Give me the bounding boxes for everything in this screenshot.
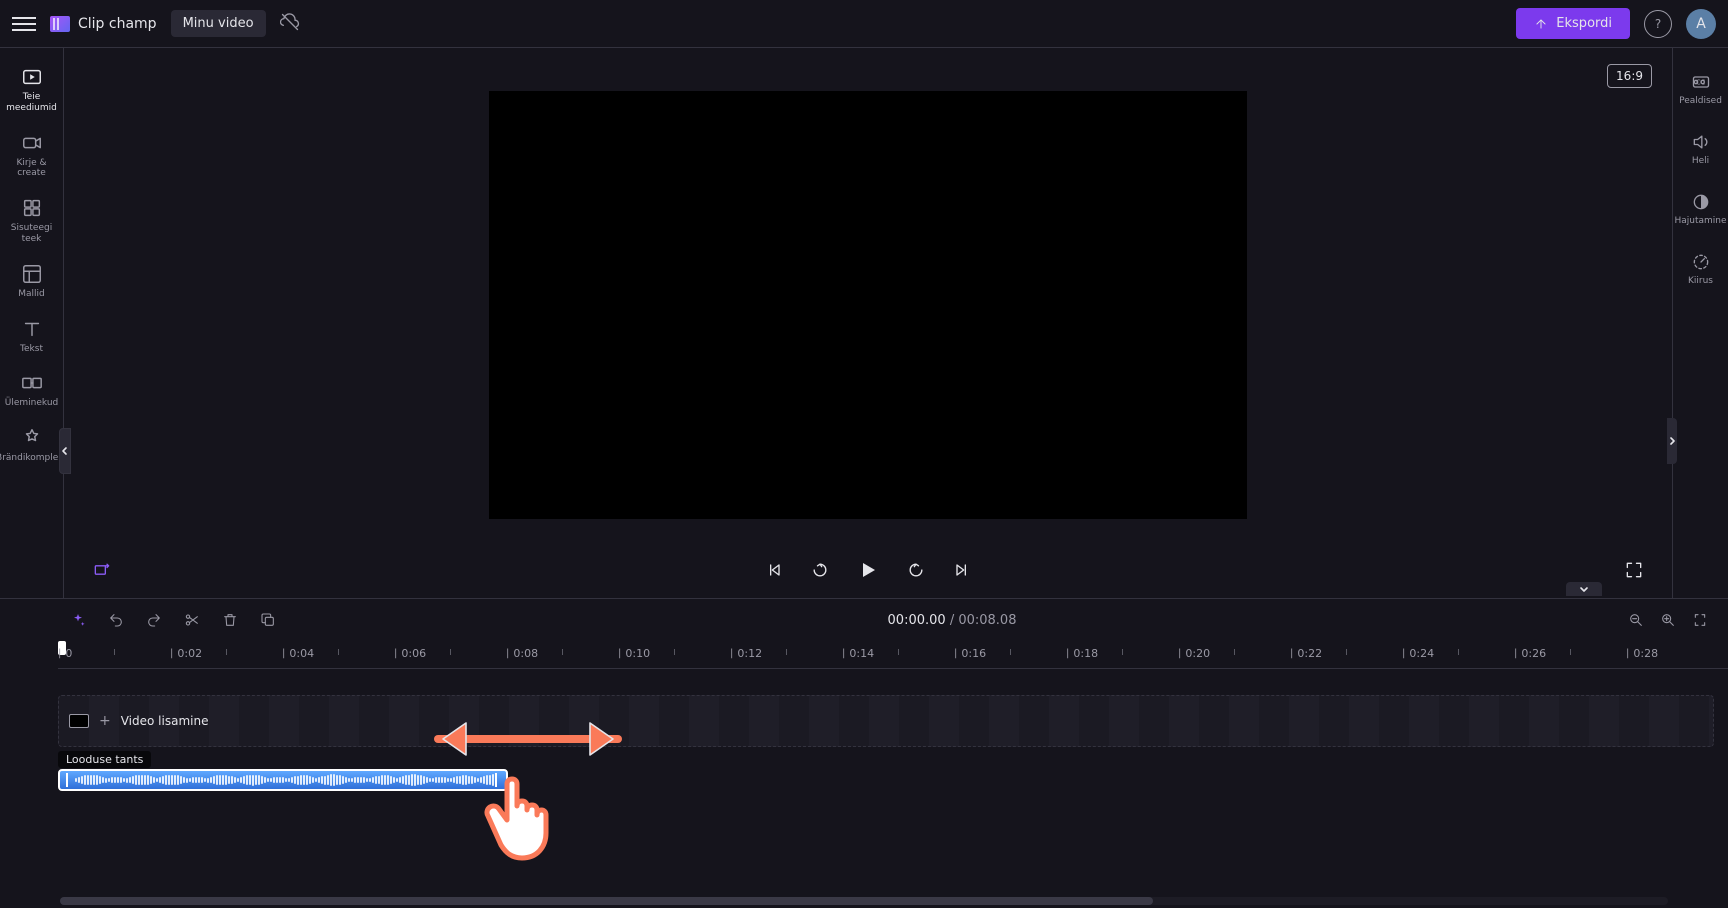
sidebar-item-media[interactable]: Teie meediumid: [3, 58, 61, 124]
timeline-tracks: + Video lisamine Looduse tants: [58, 669, 1728, 894]
ruler-tick: 0:12: [730, 647, 762, 660]
rside-fade[interactable]: Hajutamine: [1672, 182, 1728, 236]
rewind-button[interactable]: [810, 560, 830, 580]
svg-text:CC: CC: [1696, 79, 1706, 87]
skip-forward-button[interactable]: [952, 560, 972, 580]
ruler-tick: 0:16: [954, 647, 986, 660]
avatar[interactable]: A: [1686, 9, 1716, 39]
rside-speed[interactable]: Kiirus: [1686, 242, 1715, 296]
captions-icon: CC: [1691, 72, 1711, 92]
sidebar-item-brandkit[interactable]: Brändikomplekt: [3, 419, 61, 474]
current-time: 00:00.00: [888, 613, 946, 628]
ruler-tick: 0:26: [1514, 647, 1546, 660]
media-icon: [21, 66, 43, 88]
audio-track-name: Looduse tants: [58, 751, 151, 768]
logo-icon: [50, 16, 70, 32]
rside-captions[interactable]: CC Pealdised: [1677, 62, 1724, 116]
ruler-tick: 0:14: [842, 647, 874, 660]
ruler-tick: 0:02: [170, 647, 202, 660]
sidebar-item-text[interactable]: Tekst: [3, 310, 61, 365]
timeline: 00:00.00 / 00:08.08 0 0:02 0:04 0:06 0:08 0:1…: [0, 598, 1728, 908]
skip-back-button[interactable]: [764, 560, 784, 580]
cloud-off-icon[interactable]: [280, 12, 300, 35]
ruler-tick: 0:10: [618, 647, 650, 660]
sidebar-item-transitions[interactable]: Üleminekud: [3, 364, 61, 419]
zoom-fit-button[interactable]: [1692, 612, 1708, 628]
ruler-tick: 0:18: [1066, 647, 1098, 660]
ruler-tick: 0:28: [1626, 647, 1658, 660]
split-button[interactable]: [184, 612, 200, 628]
zoom-in-button[interactable]: [1660, 612, 1676, 628]
speaker-icon: [1691, 132, 1711, 152]
stage-collapse-button[interactable]: [1566, 582, 1602, 596]
video-thumb-icon: [69, 714, 89, 728]
play-button[interactable]: [856, 558, 880, 582]
timeline-ruler[interactable]: 0 0:02 0:04 0:06 0:08 0:10 0:12 0:14 0:16 0:18 0:2…: [58, 641, 1728, 669]
sidebar-item-templates[interactable]: Mallid: [3, 255, 61, 310]
rside-audio[interactable]: Heli: [1689, 122, 1713, 176]
undo-button[interactable]: [108, 612, 124, 628]
ruler-tick: 0:24: [1402, 647, 1434, 660]
duplicate-button[interactable]: [260, 612, 276, 628]
ruler-tick: 0:06: [394, 647, 426, 660]
delete-button[interactable]: [222, 612, 238, 628]
video-track-label: Video lisamine: [121, 714, 209, 728]
video-preview[interactable]: [489, 91, 1247, 519]
brandkit-icon: [21, 427, 43, 449]
audio-clip[interactable]: [58, 769, 508, 791]
help-button[interactable]: ?: [1644, 10, 1672, 38]
autoscale-icon[interactable]: [92, 560, 112, 580]
library-icon: [21, 197, 43, 219]
timeline-scrollbar-thumb[interactable]: [60, 897, 1153, 905]
ruler-tick: 0: [58, 647, 72, 660]
timeline-scrollbar[interactable]: [60, 897, 1668, 905]
text-icon: [21, 318, 43, 340]
sidebar-item-record[interactable]: Kirje & create: [3, 124, 61, 190]
timeline-timecode: 00:00.00 / 00:08.08: [276, 613, 1628, 628]
speed-icon: [1691, 252, 1711, 272]
menu-button[interactable]: [12, 12, 36, 36]
plus-icon: +: [99, 713, 111, 729]
fade-icon: [1691, 192, 1711, 212]
ruler-tick: 0:08: [506, 647, 538, 660]
sidebar-item-library[interactable]: Sisuteegi teek: [3, 189, 61, 255]
zoom-out-button[interactable]: [1628, 612, 1644, 628]
forward-button[interactable]: [906, 560, 926, 580]
duration: 00:08.08: [958, 613, 1016, 628]
sidebar-right: CC Pealdised Heli Hajutamine Kiirus: [1672, 48, 1728, 598]
project-name-field[interactable]: Minu video: [171, 10, 266, 37]
waveform: [75, 773, 495, 787]
sidebar-left: Teie meediumid Kirje & create Sisuteegi …: [0, 48, 64, 598]
export-button[interactable]: Ekspordi: [1516, 8, 1630, 39]
aspect-ratio-button[interactable]: 16:9: [1607, 64, 1652, 88]
clip-trim-left-handle[interactable]: [66, 773, 71, 787]
redo-button[interactable]: [146, 612, 162, 628]
clip-trim-right-handle[interactable]: [495, 773, 500, 787]
upload-icon: [1534, 17, 1548, 31]
video-track-empty[interactable]: + Video lisamine: [58, 695, 1714, 747]
sidebar-right-collapse[interactable]: [1667, 418, 1677, 464]
ai-sparkle-button[interactable]: [70, 612, 86, 628]
topbar: Clip champ Minu video Ekspordi ? A: [0, 0, 1728, 48]
stage: 16:9: [64, 48, 1672, 598]
ruler-tick: 0:04: [282, 647, 314, 660]
transitions-icon: [21, 372, 43, 394]
export-label: Ekspordi: [1556, 16, 1612, 31]
app-logo: Clip champ: [50, 16, 157, 32]
ruler-tick: 0:20: [1178, 647, 1210, 660]
ruler-tick: 0:22: [1290, 647, 1322, 660]
fullscreen-button[interactable]: [1624, 560, 1644, 580]
app-name: Clip champ: [78, 16, 157, 32]
record-icon: [21, 132, 43, 154]
templates-icon: [21, 263, 43, 285]
